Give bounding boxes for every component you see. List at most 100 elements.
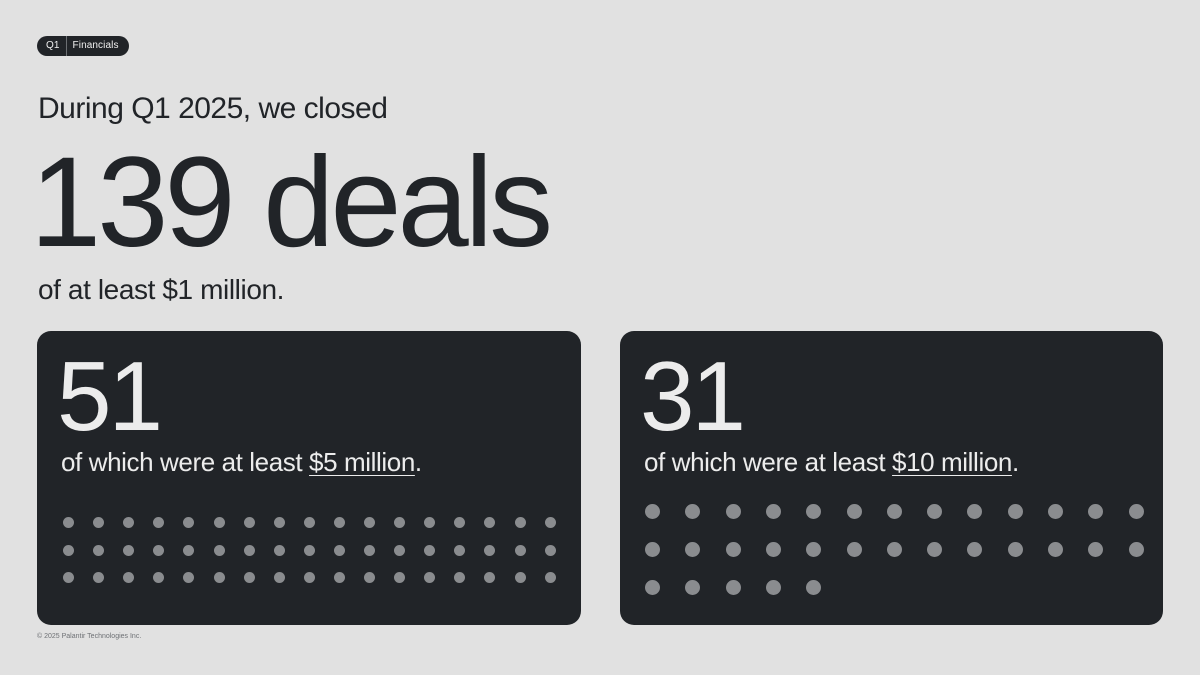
deal-dot [544,572,556,583]
deal-dot [243,572,255,583]
deal-dot [725,542,741,558]
deal-dot [806,542,822,558]
deal-dot [846,542,862,558]
deal-dot [484,517,496,528]
deal-dot [1128,504,1144,519]
deal-dot [183,517,195,528]
deal-dot [1088,504,1104,519]
card-number: 51 [57,341,163,451]
deal-dot [685,542,701,558]
deal-dot [303,517,315,528]
deal-dot [333,544,345,556]
deal-dot [213,544,225,556]
card-caption-suffix: . [414,447,422,477]
deal-dot [1048,542,1063,558]
deal-dot [123,517,135,528]
deal-dot [213,517,225,528]
deal-dot [685,580,701,596]
deal-dot [63,517,74,528]
deal-dot [183,572,195,583]
deal-dot [1007,542,1023,558]
deal-dot [394,517,406,528]
deal-dot [1088,542,1104,558]
deal-dot [303,544,315,556]
deal-dot [514,517,526,528]
deal-dot [544,544,556,556]
deal-dot [243,544,255,556]
deal-dot [273,517,285,528]
deal-dot [394,572,406,583]
deal-dot [645,542,660,558]
card-caption: of which were at least $10 million. [644,447,1019,478]
card-caption-prefix: of which were at least [644,447,893,477]
card-caption: of which were at least $5 million. [61,447,422,478]
deal-dot [806,580,822,596]
deal-dot [1007,504,1023,519]
deal-dot [153,572,165,583]
card-caption-amount: $5 million [309,447,415,477]
headline-intro: During Q1 2025, we closed [38,92,388,125]
deal-dot [484,544,496,556]
deal-dot [333,517,345,528]
deal-dot [424,572,436,583]
deal-dot [765,542,781,558]
deal-dot [846,504,862,519]
deal-dot [927,504,943,519]
card-5m-deals: 51 of which were at least $5 million. [37,331,581,625]
deal-dot [394,544,406,556]
deal-dot [514,572,526,583]
deal-dot [806,504,822,519]
deal-dot [123,544,135,556]
deal-dot [93,544,105,556]
deal-dot [967,542,983,558]
deal-dot [243,517,255,528]
card-caption-amount: $10 million [892,447,1012,477]
deal-dot [544,517,556,528]
deal-dot [967,504,983,519]
deal-dot [454,572,466,583]
deal-dot [303,572,315,583]
deal-dot [424,544,436,556]
deal-dot [93,517,105,528]
deal-dot [333,572,345,583]
deal-dot [273,544,285,556]
deal-dot [725,504,741,519]
deal-dot [886,542,902,558]
deal-dot [645,580,660,596]
deal-dot [273,572,285,583]
deal-dot [153,517,165,528]
deal-dot [886,504,902,519]
headline-outro: of at least $1 million. [38,274,285,305]
deal-dot [927,542,943,558]
deal-dot [364,572,375,583]
deal-dot [123,572,135,583]
deal-dot [213,572,225,583]
card-number: 31 [640,341,746,451]
deal-dot [153,544,165,556]
deal-dot [685,504,701,519]
deal-dot [454,544,466,556]
deal-dot [63,572,74,583]
card-caption-prefix: of which were at least [61,447,310,477]
deal-dot [424,517,436,528]
deal-dot [93,572,105,583]
section-tag: Q1 Financials [37,36,129,56]
deal-dot [183,544,195,556]
deal-dot [645,504,660,519]
card-10m-deals: 31 of which were at least $10 million. [620,331,1163,625]
copyright-footer: © 2025 Palantir Technologies Inc. [37,633,142,640]
tag-section: Financials [72,40,119,51]
headline-hero: 139 deals [30,131,553,274]
deal-dot [765,580,781,596]
deal-dot [364,517,375,528]
deal-dot [454,517,466,528]
deal-dot [725,580,741,596]
deal-dot [63,544,74,556]
deal-dot [765,504,781,519]
deal-dot [514,544,526,556]
deal-dot [1128,542,1144,558]
card-caption-suffix: . [1011,447,1019,477]
deal-dot [1048,504,1063,519]
tag-quarter: Q1 [37,36,67,56]
deal-dot [364,544,375,556]
